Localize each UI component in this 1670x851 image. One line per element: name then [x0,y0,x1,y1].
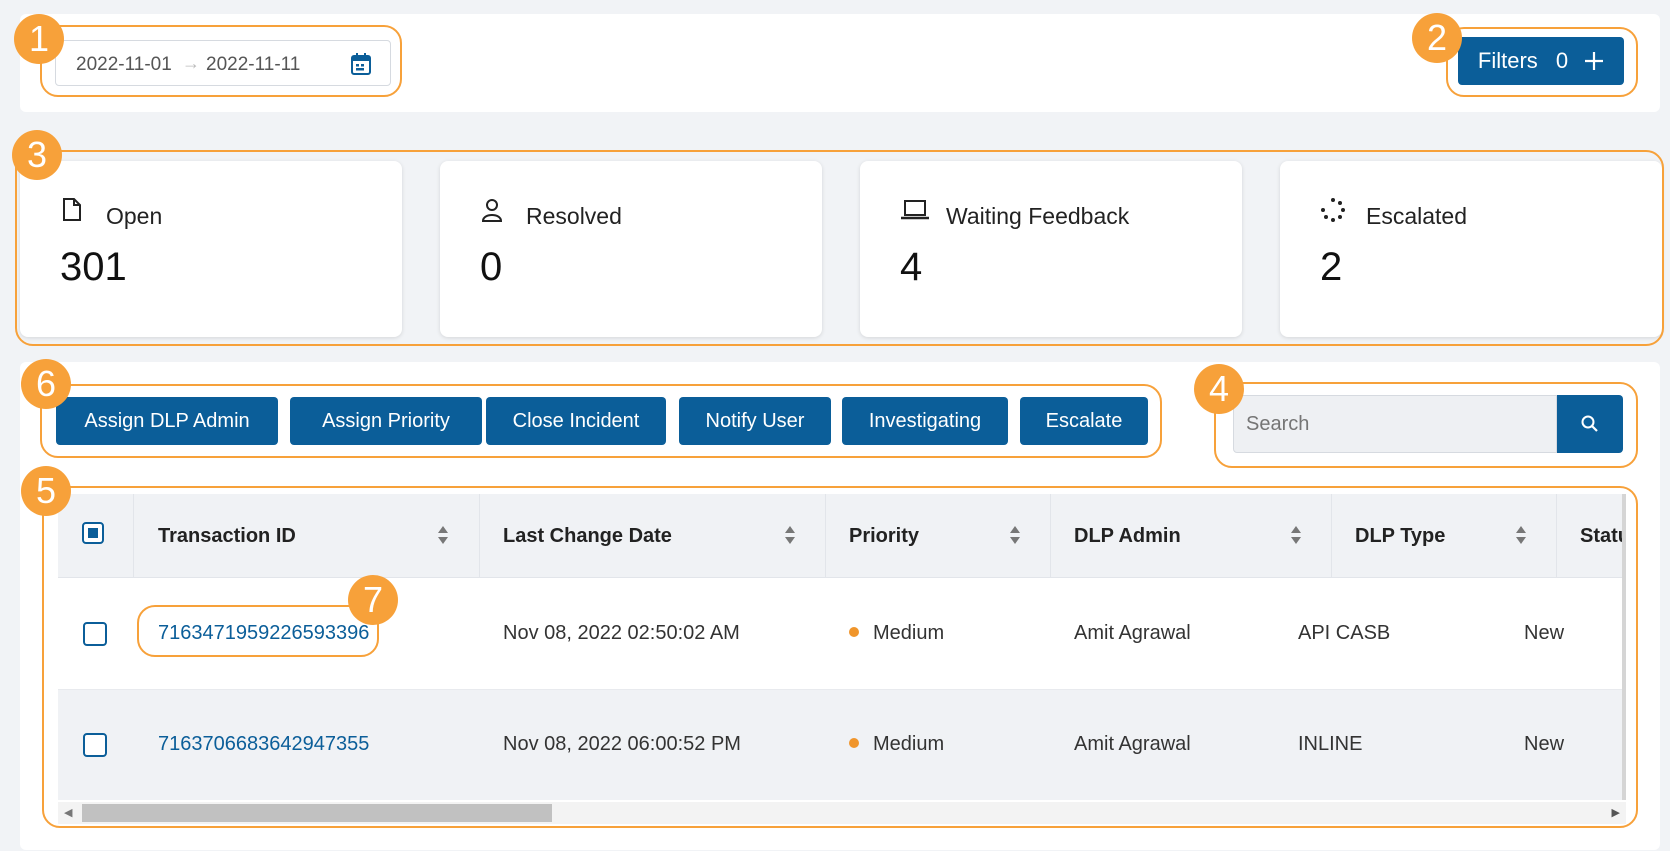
date-end: 2022-11-11 [206,54,301,75]
search-icon [1581,415,1598,432]
last-change-date: Nov 08, 2022 02:50:02 AM [503,622,740,644]
plus-icon [1585,52,1604,70]
callout-badge-6: 6 [21,359,71,409]
stat-label: Escalated [1366,203,1468,229]
filters-button[interactable]: Filters 0 [1458,37,1624,85]
callout-badge-1: 1 [14,14,64,64]
assign-dlp-admin-button[interactable]: Assign DLP Admin [56,397,278,445]
escalate-button[interactable]: Escalate [1020,397,1148,445]
priority-label: Medium [873,733,945,755]
stat-value: 2 [1320,245,1343,289]
column-divider [1050,494,1051,578]
stat-card-open[interactable]: Open 301 [20,161,402,337]
dlp-admin: Amit Agrawal [1074,733,1191,755]
dlp-type: API CASB [1298,622,1391,644]
close-incident-button[interactable]: Close Incident [486,397,666,445]
notify-user-button[interactable]: Notify User [679,397,831,445]
stat-label: Waiting Feedback [946,203,1130,229]
sort-icon[interactable] [1290,524,1302,546]
column-divider [1331,494,1332,578]
date-start: 2022-11-01 [76,54,172,75]
column-header-dlp-type[interactable]: DLP Type [1355,494,1445,578]
stat-value: 0 [480,245,503,289]
column-divider [1556,494,1557,578]
date-range-picker[interactable]: 2022-11-01 → 2022-11-11 [55,40,391,86]
scroll-left-icon[interactable]: ◀ [64,806,72,819]
priority-cell: Medium [849,622,944,645]
stat-card-resolved[interactable]: Resolved 0 [440,161,822,337]
scrollbar-thumb[interactable] [82,804,552,822]
priority-dot [849,626,859,637]
assign-priority-button[interactable]: Assign Priority [290,397,482,445]
callout-badge-4: 4 [1194,364,1244,414]
row-checkbox[interactable] [83,733,107,757]
checkbox-indeterminate-mark [88,528,98,538]
dlp-admin: Amit Agrawal [1074,622,1191,644]
priority-dot [849,737,859,748]
search-button[interactable] [1557,395,1623,453]
horizontal-scrollbar[interactable]: ◀ ▶ [58,802,1626,824]
scroll-right-icon[interactable]: ▶ [1612,806,1620,819]
sort-icon[interactable] [1515,524,1527,546]
column-divider [479,494,480,578]
priority-cell: Medium [849,733,944,756]
column-header-transaction-id[interactable]: Transaction ID [158,494,296,578]
callout-badge-2: 2 [1412,13,1462,63]
stat-label: Resolved [526,203,622,229]
column-header-priority[interactable]: Priority [849,494,919,578]
sort-icon[interactable] [784,524,796,546]
filters-count: 0 [1555,48,1569,73]
status: New [1524,733,1565,755]
column-divider [825,494,826,578]
column-header-status[interactable]: Statu [1580,494,1626,578]
last-change-date: Nov 08, 2022 06:00:52 PM [503,733,741,755]
sort-icon[interactable] [437,524,449,546]
sort-icon[interactable] [1009,524,1021,546]
callout-badge-5: 5 [21,466,71,516]
arrow-right-icon: → [182,53,200,73]
stat-value: 4 [900,245,923,289]
search-input[interactable] [1233,395,1557,453]
filters-label: Filters [1477,48,1538,73]
investigating-button[interactable]: Investigating [842,397,1008,445]
priority-label: Medium [873,622,945,644]
vertical-scrollbar[interactable] [1622,494,1626,800]
stat-card-waiting-feedback[interactable]: Waiting Feedback 4 [860,161,1242,337]
row-checkbox[interactable] [83,622,107,646]
callout-badge-7: 7 [348,575,398,625]
status: New [1524,622,1565,644]
file-icon [63,198,81,221]
stat-value: 301 [60,245,127,289]
loading-icon [1321,198,1345,222]
user-icon [481,199,503,222]
transaction-id-link[interactable]: 7163706683642947355 [158,733,369,756]
column-divider [133,494,134,578]
calendar-icon[interactable] [350,52,372,76]
select-all-checkbox[interactable] [82,522,104,544]
laptop-icon [901,200,929,220]
dlp-type: INLINE [1298,733,1363,755]
column-header-last-change-date[interactable]: Last Change Date [503,494,672,578]
stat-card-escalated[interactable]: Escalated 2 [1280,161,1662,337]
stat-label: Open [106,203,163,229]
column-header-dlp-admin[interactable]: DLP Admin [1074,494,1181,578]
callout-badge-3: 3 [12,130,62,180]
transaction-id-link[interactable]: 7163471959226593396 [158,622,369,645]
